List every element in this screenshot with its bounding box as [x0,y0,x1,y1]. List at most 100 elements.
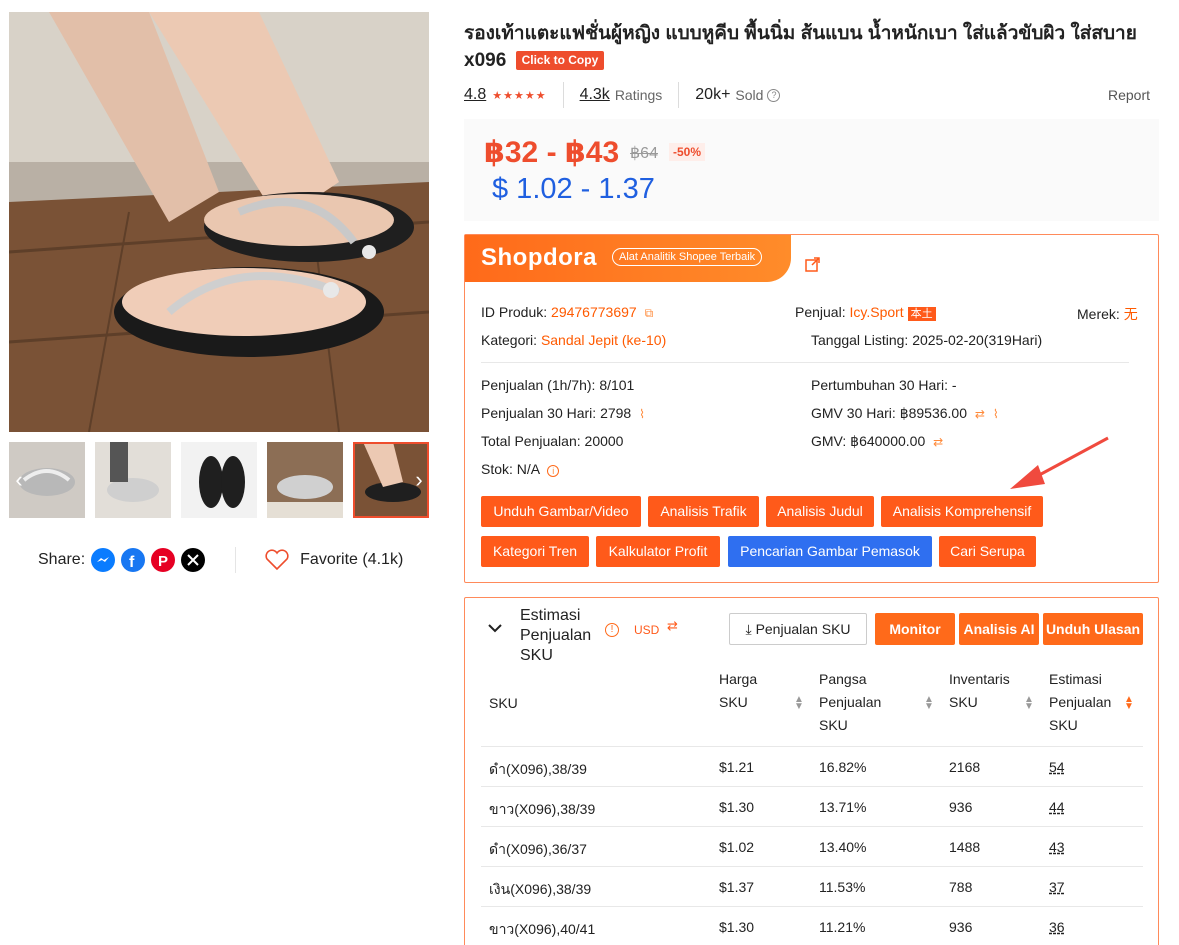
stock-info-icon[interactable]: i [547,465,560,477]
thumbnail-2[interactable] [95,442,171,518]
category-value[interactable]: Sandal Jepit (ke-10) [541,332,666,348]
product-title-block: รองเท้าแตะแฟชั่นผู้หญิง แบบหูคีบ พื้นนิ่… [464,20,1164,74]
seller-value[interactable]: Icy.Sport [849,304,903,320]
gmv-total-swap-icon[interactable]: ⇄ [933,435,943,449]
thumbnail-next-icon[interactable]: › [409,468,429,492]
sales-1h7h-label: Penjualan (1h/7h): [481,377,596,393]
gmv-trend-chart-icon[interactable]: ⌇ [993,407,999,421]
table-cell-estimated-sales[interactable]: 36 [1049,919,1065,935]
table-cell-estimated-sales[interactable]: 37 [1049,879,1065,895]
thumbnail-strip: ‹ › [9,442,429,518]
download-sku-sales-label: Penjualan SKU [755,621,851,637]
table-cell-inventory: 2168 [949,759,981,775]
table-cell-share: 11.53% [819,879,866,895]
table-cell-price: $1.30 [719,799,755,815]
original-price: ฿64 [630,145,658,162]
gmv-30d-value: ฿89536.00 [899,405,968,421]
product-photo [9,12,429,432]
sort-estimated-sales-icon[interactable]: ▲ ▼ [1124,695,1134,712]
table-header-divider [481,746,1143,747]
sales-30d-label: Penjualan 30 Hari: [481,405,597,421]
rating-value[interactable]: 4.8 [464,86,486,104]
product-id-value[interactable]: 29476773697 [551,304,637,320]
x-twitter-icon[interactable] [181,548,206,572]
monitor-button[interactable]: Monitor [875,613,955,645]
pinterest-icon[interactable]: P [151,548,176,572]
brand-label: Merek: [1077,306,1120,322]
category-trend-button[interactable]: Kategori Tren [481,536,589,567]
thumbnail-prev-icon[interactable]: ‹ [9,468,29,492]
sort-share-icon[interactable]: ▲ ▼ [924,695,934,712]
sku-sales-panel: Estimasi Penjualan SKU ! USD ⇄ ⤓ Penjual… [464,597,1159,945]
stock-value: N/A [516,461,540,477]
share-row: Share: f P Favorite (4.1k) [38,544,403,576]
table-cell-sku: ดำ(X096),38/39 [489,761,587,777]
product-main-image[interactable] [9,12,429,432]
table-cell-price: $1.02 [719,839,755,855]
ratings-count[interactable]: 4.3k [580,86,610,104]
traffic-analysis-button[interactable]: Analisis Trafik [648,496,759,527]
header-inventory: Inventaris SKU [949,671,1010,710]
ratings-label: Ratings [614,87,663,103]
thumbnail-4[interactable] [267,442,343,518]
sku-info-icon[interactable]: ! [605,623,619,637]
sales-30d-value: 2798 [600,405,632,421]
download-media-button[interactable]: Unduh Gambar/Video [481,496,641,527]
profit-calculator-button[interactable]: Kalkulator Profit [596,536,720,567]
header-price: Harga SKU [719,671,758,710]
sales-1h7h-field: Penjualan (1h/7h): 8/101 [481,377,634,393]
table-cell-estimated-sales[interactable]: 54 [1049,759,1065,775]
sold-help-icon[interactable]: ? [767,88,781,102]
table-row-divider [481,906,1143,907]
messenger-icon[interactable] [91,548,116,572]
header-sku: SKU [489,695,518,711]
favorite-label: Favorite (4.1k) [300,551,404,568]
supplier-image-search-button[interactable]: Pencarian Gambar Pemasok [728,536,932,567]
comprehensive-analysis-button[interactable]: Analisis Komprehensif [881,496,1043,527]
price-range: ฿32 - ฿43 [484,136,620,169]
rating-row: 4.8 ★★★★★ 4.3k Ratings 20k+ Sold ? Repor… [464,82,1164,108]
share-divider [235,547,237,573]
title-analysis-button[interactable]: Analisis Judul [766,496,874,527]
rating-stars-icon: ★★★★★ [492,89,547,102]
facebook-icon[interactable]: f [121,548,146,572]
currency-swap-icon[interactable]: ⇄ [667,618,678,634]
header-share: Pangsa Penjualan SKU [819,671,882,733]
table-row-divider [481,826,1143,827]
copy-id-icon[interactable]: ⧉ [645,306,654,321]
svg-text:f: f [129,554,135,571]
external-link-icon[interactable] [805,257,820,272]
seller-label: Penjual: [795,304,846,320]
table-cell-estimated-sales[interactable]: 43 [1049,839,1065,855]
product-id-field: ID Produk: 29476773697 ⧉ [481,304,653,321]
favorite-button[interactable]: Favorite (4.1k) [264,549,403,571]
download-reviews-button[interactable]: Unduh Ulasan [1043,613,1143,645]
discount-badge: -50% [669,143,706,161]
total-sales-value: 20000 [584,433,624,449]
thumbnail-3[interactable] [181,442,257,518]
seller-local-badge: 本土 [907,307,936,321]
growth-30d-field: Pertumbuhan 30 Hari: - [811,377,957,393]
sales-trend-chart-icon[interactable]: ⌇ [639,407,645,421]
copy-title-button[interactable]: Click to Copy [515,51,605,71]
ai-analysis-button[interactable]: Analisis AI [959,613,1039,645]
download-sku-sales-button[interactable]: ⤓ Penjualan SKU [729,613,867,645]
table-cell-share: 13.71% [819,799,867,815]
shopdora-logo: Shopdora [481,244,597,271]
product-id-label: ID Produk: [481,304,548,320]
table-row-divider [481,786,1143,787]
sort-inventory-icon[interactable]: ▲ ▼ [1024,695,1034,712]
gmv-value: ฿640000.00 [850,433,926,449]
find-similar-button[interactable]: Cari Serupa [939,536,1036,567]
chevron-down-icon[interactable] [487,620,503,636]
panel-divider [481,362,1129,363]
gmv-currency-swap-icon[interactable]: ⇄ [975,407,985,421]
shopdora-tagline: Alat Analitik Shopee Terbaik [612,248,763,266]
growth-30d-value: - [951,377,957,393]
sort-price-icon[interactable]: ▲ ▼ [794,695,804,712]
report-link[interactable]: Report [1108,87,1150,103]
table-cell-estimated-sales[interactable]: 44 [1049,799,1065,815]
price-usd-range: $ 1.02 - 1.37 [492,173,655,205]
growth-30d-label: Pertumbuhan 30 Hari: [811,377,948,393]
table-cell-price: $1.30 [719,919,755,935]
